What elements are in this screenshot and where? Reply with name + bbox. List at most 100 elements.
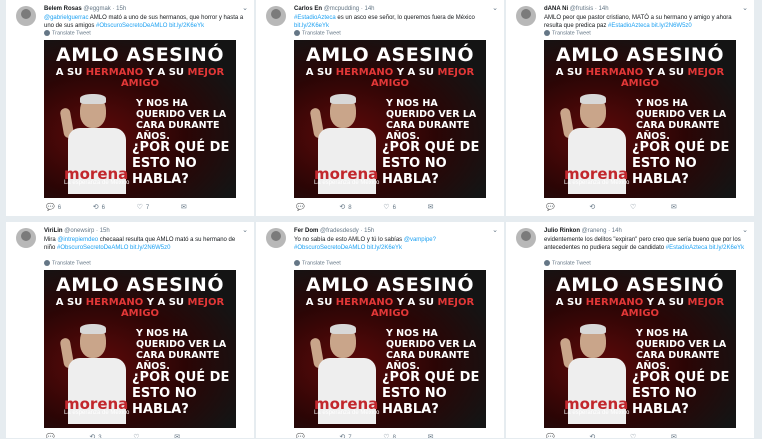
chevron-down-icon[interactable]: ⌄ <box>742 226 748 234</box>
tweet-image[interactable]: AMLO ASESINÓ A SU HERMANO Y A SU MEJOR A… <box>544 40 736 198</box>
message-button[interactable]: ✉ <box>181 203 190 211</box>
retweet-icon: ⟲ <box>339 204 346 211</box>
avatar[interactable] <box>266 228 286 248</box>
poster-subtitle: A SU HERMANO Y A SU MEJOR AMIGO <box>55 67 225 89</box>
retweet-button[interactable]: ⟲ <box>589 203 613 211</box>
retweet-button[interactable]: ⟲ 6 <box>93 203 120 211</box>
author-handle[interactable]: @onewsirp <box>64 228 94 234</box>
avatar[interactable] <box>516 6 536 26</box>
like-button[interactable]: ♡ 6 <box>383 203 411 211</box>
reply-icon: 💬 <box>46 204 55 211</box>
poster-title: AMLO ASESINÓ <box>556 274 724 296</box>
poster-line3: Y NOS HA QUERIDO VER LA CARA DURANTE AÑO… <box>136 328 227 372</box>
morena-logo: morena La esperanza de México <box>314 165 380 186</box>
author-name[interactable]: dANA Ni <box>544 6 568 12</box>
tweet-card[interactable]: Fer Dom @fradesdesdy · 15h ⌄ Yo no sabía… <box>256 222 504 438</box>
author-name[interactable]: ViriLin <box>44 228 63 234</box>
retweet-button[interactable]: ⟲ <box>589 433 613 438</box>
tweet-card[interactable]: dANA Ni @frutisis · 14h ⌄ AMLO peor que … <box>506 0 754 216</box>
message-button[interactable]: ✉ <box>671 433 680 438</box>
poster-title: AMLO ASESINÓ <box>556 44 724 66</box>
message-button[interactable]: ✉ <box>174 433 183 438</box>
chevron-down-icon[interactable]: ⌄ <box>492 4 498 12</box>
chevron-down-icon[interactable]: ⌄ <box>492 226 498 234</box>
retweet-button[interactable]: ⟲ 7 <box>339 433 366 438</box>
tweet-text: #EstadioAzteca es un asco ese señor, lo … <box>294 15 475 29</box>
message-button[interactable]: ✉ <box>428 433 437 438</box>
tweet-time[interactable]: 15h <box>116 6 126 12</box>
message-icon: ✉ <box>670 434 677 438</box>
tweet-time[interactable]: 15h <box>364 228 374 234</box>
reply-button[interactable]: 💬 <box>546 203 573 211</box>
like-button[interactable]: ♡ <box>133 433 157 438</box>
tweet-image[interactable]: AMLO ASESINÓ A SU HERMANO Y A SU MEJOR A… <box>544 270 736 428</box>
avatar[interactable] <box>266 6 286 26</box>
tweet-time[interactable]: 15h <box>100 228 110 234</box>
tweet-actions: 💬 ⟲ ♡ ✉ <box>546 203 695 211</box>
poster-title: AMLO ASESINÓ <box>56 44 224 66</box>
translate-tweet-link[interactable]: Translate Tweet <box>294 30 341 36</box>
author-handle[interactable]: @raneng <box>582 228 607 234</box>
avatar[interactable] <box>16 6 36 26</box>
tweet-actions: 💬 ⟲ 8 ♡ 6 ✉ <box>296 203 451 211</box>
tweet-text: evidentemente los delitos "expiran" pero… <box>544 237 745 251</box>
like-button[interactable]: ♡ <box>630 433 654 438</box>
chevron-down-icon[interactable]: ⌄ <box>242 226 248 234</box>
author-handle[interactable]: @mcpudding <box>324 6 359 12</box>
translate-tweet-link[interactable]: Translate Tweet <box>294 260 341 266</box>
chevron-down-icon[interactable]: ⌄ <box>742 4 748 12</box>
avatar[interactable] <box>16 228 36 248</box>
retweet-button[interactable]: ⟲ 3 <box>89 433 116 438</box>
like-button[interactable]: ♡ 8 <box>383 433 411 438</box>
like-button[interactable]: ♡ <box>630 203 654 211</box>
avatar[interactable] <box>516 228 536 248</box>
tweet-image[interactable]: AMLO ASESINÓ A SU HERMANO Y A SU MEJOR A… <box>294 40 486 198</box>
message-icon: ✉ <box>670 204 677 211</box>
author-handle[interactable]: @frutisis <box>570 6 593 12</box>
tweet-header: ViriLin @onewsirp · 15h <box>44 228 110 234</box>
author-handle[interactable]: @eggmak <box>83 6 110 12</box>
globe-icon <box>544 30 550 36</box>
like-icon: ♡ <box>383 434 390 438</box>
message-button[interactable]: ✉ <box>428 203 437 211</box>
tweet-card[interactable]: Belem Rosas @eggmak · 15h ⌄ @gabrielguer… <box>6 0 254 216</box>
tweet-image[interactable]: AMLO ASESINÓ A SU HERMANO Y A SU MEJOR A… <box>44 40 236 198</box>
reply-button[interactable]: 💬 <box>546 433 573 438</box>
chevron-down-icon[interactable]: ⌄ <box>242 4 248 12</box>
tweet-image[interactable]: AMLO ASESINÓ A SU HERMANO Y A SU MEJOR A… <box>294 270 486 428</box>
morena-logo: morena La esperanza de México <box>64 395 130 416</box>
translate-tweet-link[interactable]: Translate Tweet <box>44 260 91 266</box>
translate-tweet-link[interactable]: Translate Tweet <box>44 30 91 36</box>
poster-question: ¿POR QUÉ DE ESTO NO HABLA? <box>632 140 730 187</box>
tweet-card[interactable]: ViriLin @onewsirp · 15h ⌄ Mira @intrepie… <box>6 222 254 438</box>
tweet-time[interactable]: 14h <box>612 228 622 234</box>
tweet-image[interactable]: AMLO ASESINÓ A SU HERMANO Y A SU MEJOR A… <box>44 270 236 428</box>
reply-button[interactable]: 💬 <box>296 203 323 211</box>
tweet-time[interactable]: 14h <box>599 6 609 12</box>
translate-tweet-link[interactable]: Translate Tweet <box>544 260 591 266</box>
reply-button[interactable]: 💬 <box>46 433 73 438</box>
author-name[interactable]: Julio Rinkon <box>544 228 580 234</box>
author-handle[interactable]: @fradesdesdy <box>320 228 359 234</box>
reply-icon: 💬 <box>46 434 55 438</box>
reply-button[interactable]: 💬 <box>296 433 323 438</box>
reply-button[interactable]: 💬 6 <box>46 203 76 211</box>
author-name[interactable]: Carlos En <box>294 6 322 12</box>
retweet-button[interactable]: ⟲ 8 <box>339 203 366 211</box>
tweet-time[interactable]: 14h <box>364 6 374 12</box>
message-button[interactable]: ✉ <box>671 203 680 211</box>
morena-logo: morena La esperanza de México <box>564 395 630 416</box>
tweet-text: @gabrielguerrac AMLO mató a uno de sus h… <box>44 15 244 29</box>
tweet-card[interactable]: Julio Rinkon @raneng · 14h ⌄ evidentemen… <box>506 222 754 438</box>
tweet-header: Carlos En @mcpudding · 14h <box>294 6 375 12</box>
translate-tweet-link[interactable]: Translate Tweet <box>544 30 591 36</box>
tweet-card[interactable]: Carlos En @mcpudding · 14h ⌄ #EstadioAzt… <box>256 0 504 216</box>
author-name[interactable]: Fer Dom <box>294 228 318 234</box>
tweet-text: Yo no sabía de esto AMLO y tú lo sabías … <box>294 237 436 251</box>
like-button[interactable]: ♡ 7 <box>137 203 165 211</box>
author-name[interactable]: Belem Rosas <box>44 6 82 12</box>
poster-question: ¿POR QUÉ DE ESTO NO HABLA? <box>132 370 230 417</box>
retweet-icon: ⟲ <box>92 204 99 211</box>
globe-icon <box>44 30 50 36</box>
reply-icon: 💬 <box>296 434 305 438</box>
